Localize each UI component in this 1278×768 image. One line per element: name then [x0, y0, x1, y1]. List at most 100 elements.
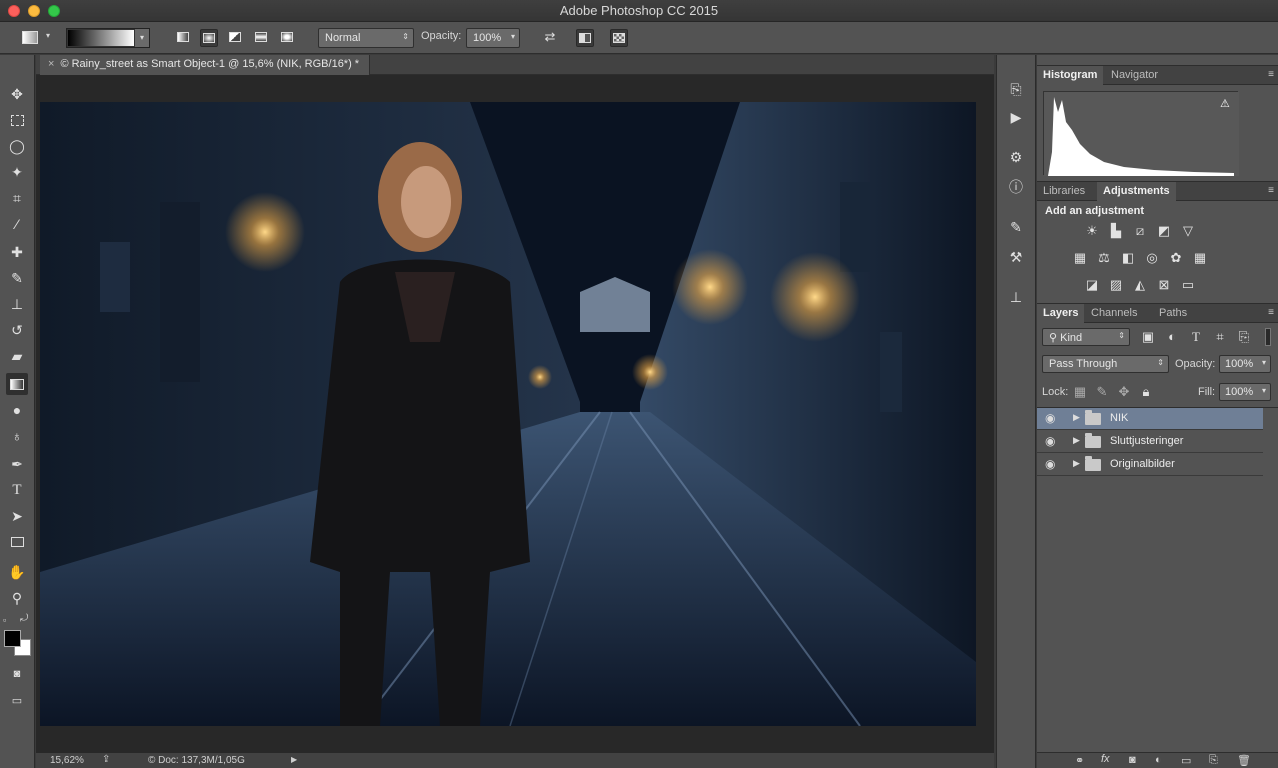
dodge-tool-icon[interactable]: ♁ — [6, 425, 28, 447]
brush-presets-icon[interactable]: ✎ — [1006, 217, 1026, 237]
posterize-icon[interactable]: ▨ — [1107, 277, 1125, 293]
magic-wand-tool-icon[interactable]: ✦ — [6, 161, 28, 183]
lock-transparent-icon[interactable]: ▦ — [1071, 384, 1089, 400]
healing-brush-tool-icon[interactable]: ✚ — [6, 241, 28, 263]
default-colors-icon[interactable]: ▫ — [3, 615, 6, 625]
move-tool-icon[interactable]: ✥ — [6, 83, 28, 105]
tab-paths[interactable]: Paths — [1153, 304, 1193, 323]
new-layer-icon[interactable]: ⎘ — [1209, 754, 1218, 767]
color-balance-icon[interactable]: ⚖ — [1095, 250, 1113, 266]
swap-colors-icon[interactable]: ⤾ — [20, 613, 28, 624]
brush-tool-icon[interactable]: ✎ — [6, 267, 28, 289]
marquee-tool-icon[interactable] — [6, 109, 28, 131]
filter-type-icon[interactable]: T — [1187, 329, 1205, 345]
crop-tool-icon[interactable]: ⌗ — [6, 187, 28, 209]
properties-panel-icon[interactable]: ⚙ — [1006, 147, 1026, 167]
visibility-eye-icon[interactable]: ◉ — [1045, 411, 1055, 425]
type-tool-icon[interactable]: T — [6, 479, 28, 501]
document-image[interactable] — [40, 102, 976, 726]
layer-blend-mode-select[interactable]: Pass Through ⇕ — [1042, 355, 1169, 373]
hue-saturation-icon[interactable]: ▦ — [1071, 250, 1089, 266]
radial-gradient-button[interactable] — [200, 29, 218, 47]
filter-adjustment-icon[interactable]: ◐ — [1163, 329, 1181, 345]
brightness-contrast-icon[interactable]: ☀ — [1083, 223, 1101, 239]
layer-row-sluttjusteringer[interactable]: ◉ ▶ Sluttjusteringer — [1037, 431, 1263, 453]
layer-opacity-input[interactable]: 100% ▾ — [1219, 355, 1271, 373]
linear-gradient-button[interactable] — [174, 29, 192, 47]
reverse-icon[interactable]: ⇄ — [541, 29, 559, 47]
lock-all-icon[interactable]: 🔒︎ — [1137, 384, 1155, 400]
exposure-icon[interactable]: ◩ — [1155, 223, 1173, 239]
tab-navigator[interactable]: Navigator — [1105, 66, 1164, 85]
angle-gradient-button[interactable] — [226, 29, 244, 47]
history-panel-icon[interactable]: ⎘ — [1006, 79, 1026, 99]
quick-mask-icon[interactable]: ◙ — [6, 663, 28, 685]
tab-layers[interactable]: Layers — [1037, 304, 1085, 323]
photo-filter-icon[interactable]: ◎ — [1143, 250, 1161, 266]
foreground-color-swatch[interactable] — [4, 630, 21, 647]
lock-position-icon[interactable]: ✥ — [1115, 384, 1133, 400]
tab-libraries[interactable]: Libraries — [1037, 182, 1091, 201]
layer-filter-select[interactable]: ⚲ Kind ⇕ — [1042, 328, 1130, 346]
history-brush-tool-icon[interactable]: ↺ — [6, 319, 28, 341]
hand-tool-icon[interactable]: ✋ — [6, 561, 28, 583]
channel-mixer-icon[interactable]: ✿ — [1167, 250, 1185, 266]
actions-play-icon[interactable]: ▶ — [1006, 107, 1026, 127]
clone-stamp-tool-icon[interactable]: ⊥ — [6, 293, 28, 315]
curves-icon[interactable]: ⧄ — [1131, 223, 1149, 239]
new-group-icon[interactable]: ▭ — [1181, 754, 1191, 767]
filter-pixel-icon[interactable]: ▣ — [1139, 329, 1157, 345]
layer-style-fx-icon[interactable]: fx — [1101, 753, 1110, 765]
transparency-button[interactable] — [610, 29, 628, 47]
tool-presets-icon[interactable]: ⚒ — [1006, 247, 1026, 267]
share-icon[interactable]: ⇪ — [102, 754, 110, 765]
opacity-input[interactable]: 100% ▾ — [466, 28, 520, 48]
levels-icon[interactable]: ▙ — [1107, 223, 1125, 239]
zoom-tool-icon[interactable]: ⚲ — [6, 587, 28, 609]
gradient-map-icon[interactable]: ▭ — [1179, 277, 1197, 293]
status-menu-arrow-icon[interactable]: ▶ — [291, 755, 297, 764]
invert-icon[interactable]: ◪ — [1083, 277, 1101, 293]
link-layers-icon[interactable]: ⚭ — [1075, 754, 1084, 767]
threshold-icon[interactable]: ◭ — [1131, 277, 1149, 293]
gradient-tool-icon[interactable] — [6, 373, 28, 395]
eyedropper-tool-icon[interactable]: ⁄ — [6, 213, 28, 235]
blend-mode-select[interactable]: Normal ⇕ — [318, 28, 414, 48]
expand-triangle-icon[interactable]: ▶ — [1073, 412, 1080, 423]
expand-triangle-icon[interactable]: ▶ — [1073, 435, 1080, 446]
document-tab[interactable]: × © Rainy_street as Smart Object-1 @ 15,6… — [40, 55, 371, 75]
diamond-gradient-button[interactable] — [278, 29, 296, 47]
info-icon[interactable]: ⓘ — [1006, 177, 1026, 197]
visibility-eye-icon[interactable]: ◉ — [1045, 457, 1055, 471]
fill-input[interactable]: 100% ▾ — [1219, 383, 1271, 401]
layer-row-originalbilder[interactable]: ◉ ▶ Originalbilder — [1037, 454, 1263, 476]
blur-tool-icon[interactable]: ● — [6, 399, 28, 421]
panel-menu-icon[interactable]: ≡ — [1268, 69, 1274, 80]
black-white-icon[interactable]: ◧ — [1119, 250, 1137, 266]
tool-preset-picker[interactable]: ▾ — [18, 28, 56, 48]
tab-adjustments[interactable]: Adjustments — [1097, 182, 1176, 201]
gradient-picker[interactable]: ▾ — [66, 28, 150, 48]
color-lookup-icon[interactable]: ▦ — [1191, 250, 1209, 266]
panel-menu-icon[interactable]: ≡ — [1268, 307, 1274, 318]
panel-menu-icon[interactable]: ≡ — [1268, 185, 1274, 196]
close-tab-icon[interactable]: × — [48, 58, 54, 70]
eraser-tool-icon[interactable]: ▰ — [6, 345, 28, 367]
rectangle-tool-icon[interactable] — [6, 531, 28, 553]
path-selection-tool-icon[interactable]: ➤ — [6, 505, 28, 527]
expand-triangle-icon[interactable]: ▶ — [1073, 458, 1080, 469]
reflected-gradient-button[interactable] — [252, 29, 270, 47]
lock-pixels-icon[interactable]: ✎ — [1093, 384, 1111, 400]
clone-source-icon[interactable]: ⊥ — [1006, 287, 1026, 307]
delete-layer-icon[interactable]: 🗑︎ — [1237, 754, 1251, 767]
selective-color-icon[interactable]: ⊠ — [1155, 277, 1173, 293]
lasso-tool-icon[interactable]: ◯ — [6, 135, 28, 157]
vibrance-icon[interactable]: ▽ — [1179, 223, 1197, 239]
zoom-level[interactable]: 15,62% — [50, 755, 84, 766]
add-mask-icon[interactable]: ◙ — [1129, 754, 1136, 766]
filter-toggle[interactable] — [1265, 328, 1271, 346]
new-adjustment-layer-icon[interactable]: ◐ — [1155, 754, 1162, 766]
filter-smart-object-icon[interactable]: ⎘ — [1235, 329, 1253, 345]
screen-mode-icon[interactable]: ▭ — [6, 689, 28, 711]
tab-channels[interactable]: Channels — [1085, 304, 1143, 323]
